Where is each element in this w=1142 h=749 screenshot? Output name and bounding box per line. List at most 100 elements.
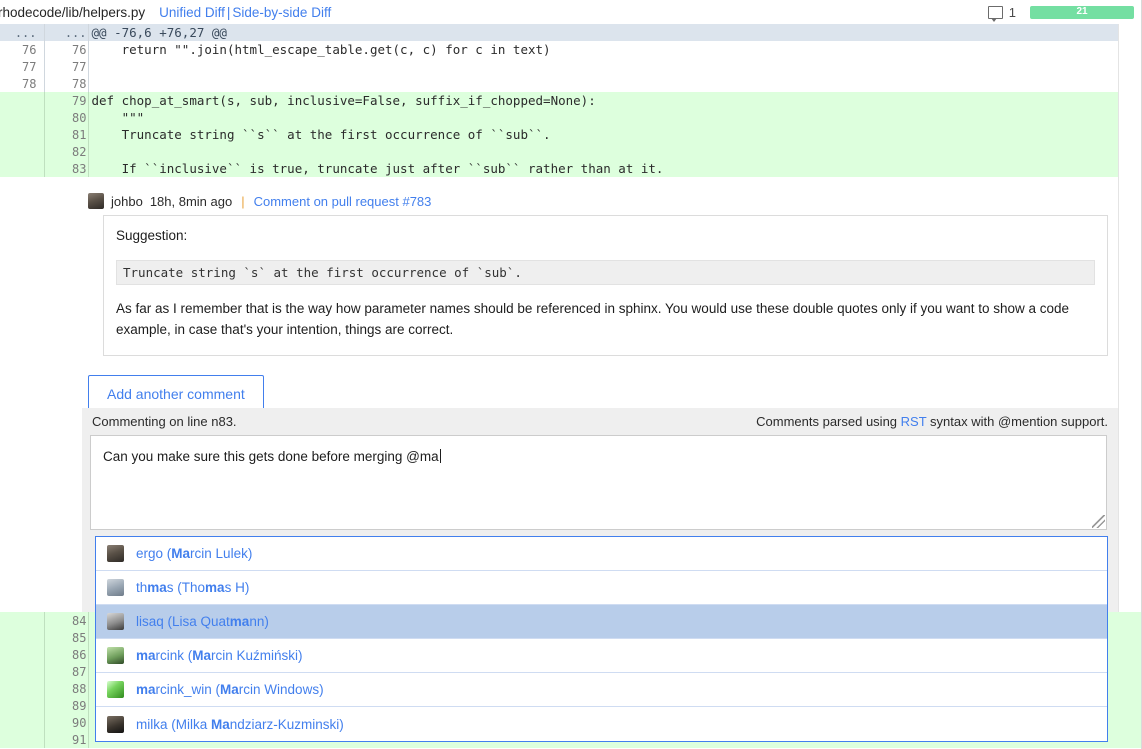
side-by-side-diff-link[interactable]: Side-by-side Diff [232,5,331,20]
diff-code-cell: Truncate string ``s`` at the first occur… [88,126,1142,143]
comment-form: Commenting on line n83. Comments parsed … [90,414,1110,530]
diff-line-number-old[interactable] [0,663,44,680]
diff-line-number-old[interactable]: 77 [0,58,44,75]
parse-info-prefix: Comments parsed using [756,414,897,429]
diff-row[interactable]: ......@@ -76,6 +76,27 @@ [0,24,1142,41]
diff-line-number-new[interactable]: ... [44,24,88,41]
comment-author[interactable]: johbo [111,194,143,209]
diff-line-number-new[interactable]: 84 [44,612,88,629]
diff-line-number-old[interactable]: 78 [0,75,44,92]
diff-row[interactable]: 81 Truncate string ``s`` at the first oc… [0,126,1142,143]
diff-line-number-old[interactable]: ... [0,24,44,41]
avatar [107,716,124,733]
diff-line-number-old[interactable] [0,126,44,143]
file-comment-count-value: 1 [1009,5,1016,20]
mention-item-label: marcink (Marcin Kuźmiński) [136,648,303,663]
comment-permalink[interactable]: Comment on pull request #783 [254,194,432,209]
diff-row[interactable]: 7676 return "".join(html_escape_table.ge… [0,41,1142,58]
mention-item[interactable]: ergo (Marcin Lulek) [96,537,1107,571]
page-right-gutter [1118,24,1142,612]
diff-line-number-new[interactable]: 85 [44,629,88,646]
mention-item-label: thmas (Thomas H) [136,580,249,595]
comment-box: Suggestion: Truncate string `s` at the f… [103,215,1108,356]
speech-bubble-icon [988,6,1003,19]
commenting-on-label: Commenting on line n83. [92,414,237,429]
diff-line-number-new[interactable]: 86 [44,646,88,663]
diff-code-cell [88,75,1142,92]
diff-top-body: ......@@ -76,6 +76,27 @@7676 return "".j… [0,24,1142,177]
diff-line-number-new[interactable]: 91 [44,731,88,748]
diff-row[interactable]: 83 If ``inclusive`` is true, truncate ju… [0,160,1142,177]
diff-line-number-new[interactable]: 78 [44,75,88,92]
diff-row[interactable]: 7878 [0,75,1142,92]
file-header: rhodecode/lib/helpers.py Unified Diff|Si… [0,0,1142,24]
diff-line-number-old[interactable] [0,731,44,748]
diff-line-number-new[interactable]: 77 [44,58,88,75]
diff-line-number-new[interactable]: 81 [44,126,88,143]
diff-stat-badge: 21 [1030,6,1134,19]
comment-body-text: As far as I remember that is the way how… [116,299,1076,341]
mention-item[interactable]: thmas (Thomas H) [96,571,1107,605]
diff-line-number-old[interactable] [0,646,44,663]
diff-line-number-new[interactable]: 80 [44,109,88,126]
diff-line-number-new[interactable]: 89 [44,697,88,714]
resize-grip-icon[interactable] [1092,515,1105,528]
diff-line-number-old[interactable] [0,109,44,126]
comment-meta: johbo 18h, 8min ago | Comment on pull re… [88,193,1142,209]
diff-code-cell: return "".join(html_escape_table.get(c, … [88,41,1142,58]
diff-code-cell: def chop_at_smart(s, sub, inclusive=Fals… [88,92,1142,109]
avatar [88,193,104,209]
mention-item[interactable]: marcink_win (Marcin Windows) [96,673,1107,707]
diff-line-number-new[interactable]: 90 [44,714,88,731]
pull-request-diff-page: rhodecode/lib/helpers.py Unified Diff|Si… [0,0,1142,749]
diff-row[interactable]: 80 """ [0,109,1142,126]
diff-row[interactable]: 7777 [0,58,1142,75]
diff-line-number-old[interactable] [0,714,44,731]
diff-line-number-old[interactable] [0,92,44,109]
parse-info-suffix: syntax with @mention support. [930,414,1108,429]
diff-line-number-old[interactable] [0,160,44,177]
diff-table-top: ......@@ -76,6 +76,27 @@7676 return "".j… [0,24,1142,177]
comment-code-snippet: Truncate string `s` at the first occurre… [116,260,1095,285]
diff-line-number-new[interactable]: 83 [44,160,88,177]
comment-timestamp: 18h, 8min ago [150,194,232,209]
rst-syntax-link[interactable]: RST [901,414,927,429]
diff-line-number-new[interactable]: 88 [44,680,88,697]
diff-line-number-new[interactable]: 82 [44,143,88,160]
mention-autocomplete-list[interactable]: ergo (Marcin Lulek) thmas (Thomas H) lisaq… [95,536,1108,742]
mention-item-label: marcink_win (Marcin Windows) [136,682,324,697]
diff-row[interactable]: 82 [0,143,1142,160]
avatar [107,647,124,664]
avatar [107,545,124,562]
mention-item-label: ergo (Marcin Lulek) [136,546,252,561]
diff-line-number-old[interactable]: 76 [0,41,44,58]
diff-line-number-new[interactable]: 87 [44,663,88,680]
diff-line-number-new[interactable]: 79 [44,92,88,109]
mention-item[interactable]: lisaq (Lisa Quatmann) [96,605,1107,639]
diff-code-cell: If ``inclusive`` is true, truncate just … [88,160,1142,177]
diff-view-actions: Unified Diff|Side-by-side Diff [159,5,331,20]
mention-item[interactable]: marcink (Marcin Kuźmiński) [96,639,1107,673]
diff-row[interactable]: 79def chop_at_smart(s, sub, inclusive=Fa… [0,92,1142,109]
comment-textarea-value-wrap: Can you make sure this gets done before … [91,436,1106,467]
comment-form-header: Commenting on line n83. Comments parsed … [90,414,1110,435]
diff-line-number-old[interactable] [0,612,44,629]
diff-line-number-old[interactable] [0,629,44,646]
mention-item[interactable]: milka (Milka Mandziarz-Kuzminski) [96,707,1107,741]
diff-line-number-old[interactable] [0,680,44,697]
parse-info: Comments parsed using RST syntax with @m… [756,414,1108,429]
diff-code-cell: @@ -76,6 +76,27 @@ [88,24,1142,41]
file-header-right: 1 21 [988,5,1134,20]
diff-line-number-old[interactable] [0,143,44,160]
unified-diff-link[interactable]: Unified Diff [159,5,225,20]
diff-code-cell: """ [88,109,1142,126]
comment-textarea-value: Can you make sure this gets done before … [103,449,439,464]
file-comment-count[interactable]: 1 [988,5,1016,20]
comment-meta-separator: | [239,194,246,209]
text-caret [440,449,441,463]
diff-line-number-new[interactable]: 76 [44,41,88,58]
avatar [107,613,124,630]
avatar [107,579,124,596]
diff-line-number-old[interactable] [0,697,44,714]
comment-textarea[interactable]: Can you make sure this gets done before … [90,435,1107,530]
